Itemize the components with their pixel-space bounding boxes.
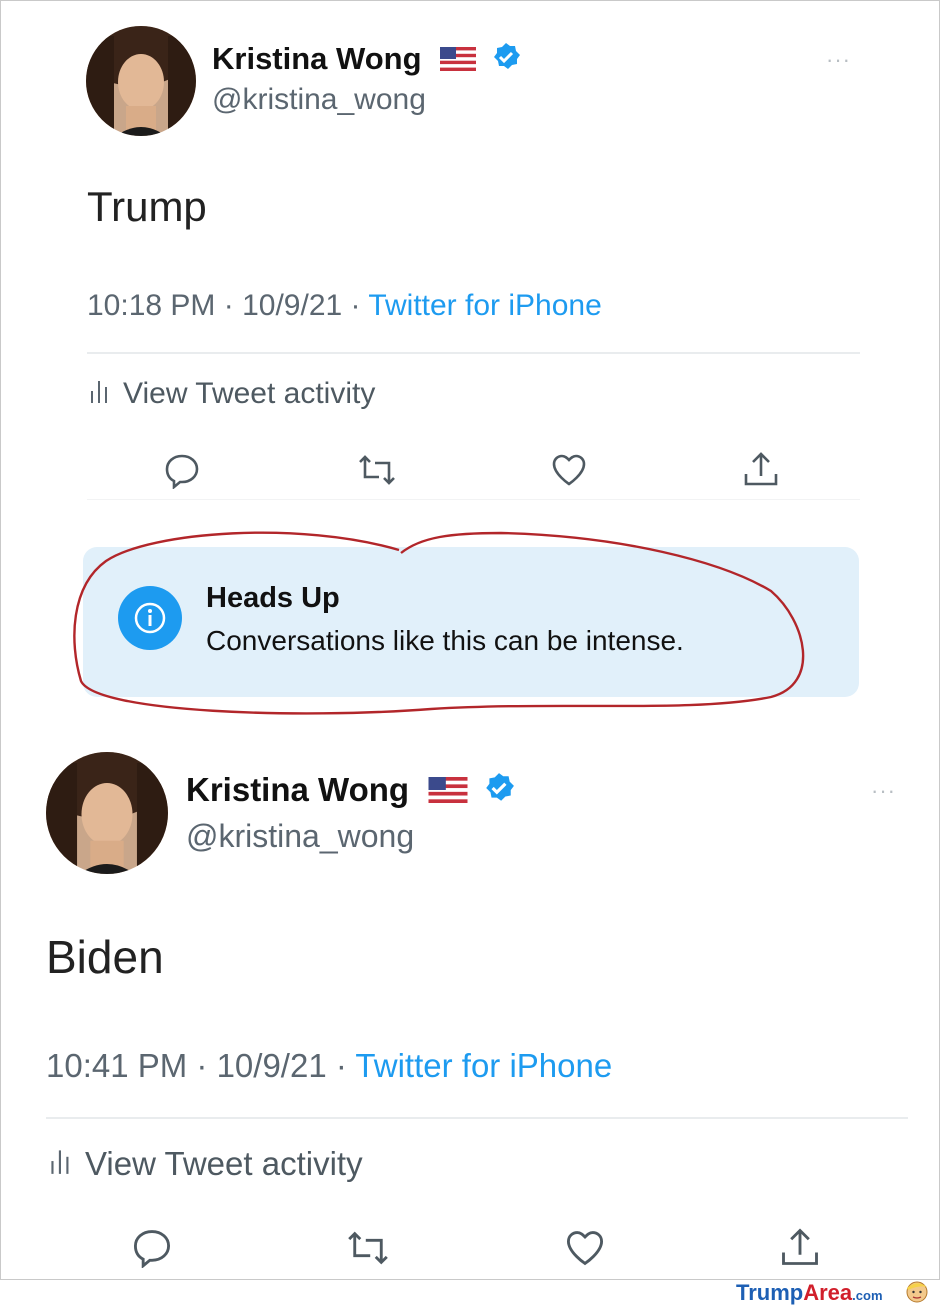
retweet-button[interactable]	[344, 1227, 392, 1269]
watermark-brand-part2: Area	[803, 1280, 853, 1305]
tweet-source-link[interactable]: Twitter for iPhone	[355, 1047, 612, 1084]
tweet-date: 10/9/21	[216, 1047, 327, 1084]
verified-badge-icon	[483, 772, 515, 812]
more-options-button[interactable]: ···	[871, 778, 896, 804]
author-name[interactable]: Kristina Wong	[186, 771, 515, 812]
view-tweet-activity-label: View Tweet activity	[85, 1145, 363, 1182]
red-circle-annotation	[73, 531, 805, 715]
avatar[interactable]	[46, 752, 168, 874]
reply-button[interactable]	[131, 1226, 173, 1268]
watermark-logo: TrumpArea.com	[736, 1280, 883, 1306]
separator: ·	[326, 1047, 356, 1084]
heart-icon	[563, 1227, 607, 1269]
divider	[46, 1117, 908, 1119]
watermark-brand-part1: Trump	[736, 1280, 804, 1305]
retweet-icon	[344, 1227, 392, 1269]
us-flag-icon	[428, 773, 468, 811]
screenshot-frame: Kristina Wong @kristina_wong ··· Trump 1…	[0, 0, 940, 1280]
analytics-icon	[49, 1144, 73, 1184]
share-button[interactable]	[778, 1225, 822, 1269]
watermark-suffix: .com	[852, 1288, 883, 1303]
trump-face-icon	[905, 1279, 929, 1308]
share-icon	[778, 1225, 822, 1269]
tweet-text: Biden	[46, 931, 164, 983]
view-tweet-activity-link[interactable]: View Tweet activity	[49, 1144, 363, 1184]
author-handle[interactable]: @kristina_wong	[186, 818, 414, 855]
reply-icon	[131, 1226, 173, 1268]
tweet-meta: 10:41 PM · 10/9/21 · Twitter for iPhone	[46, 1047, 612, 1085]
like-button[interactable]	[563, 1227, 607, 1269]
tweet-time: 10:41 PM	[46, 1047, 188, 1084]
separator: ·	[187, 1047, 217, 1084]
